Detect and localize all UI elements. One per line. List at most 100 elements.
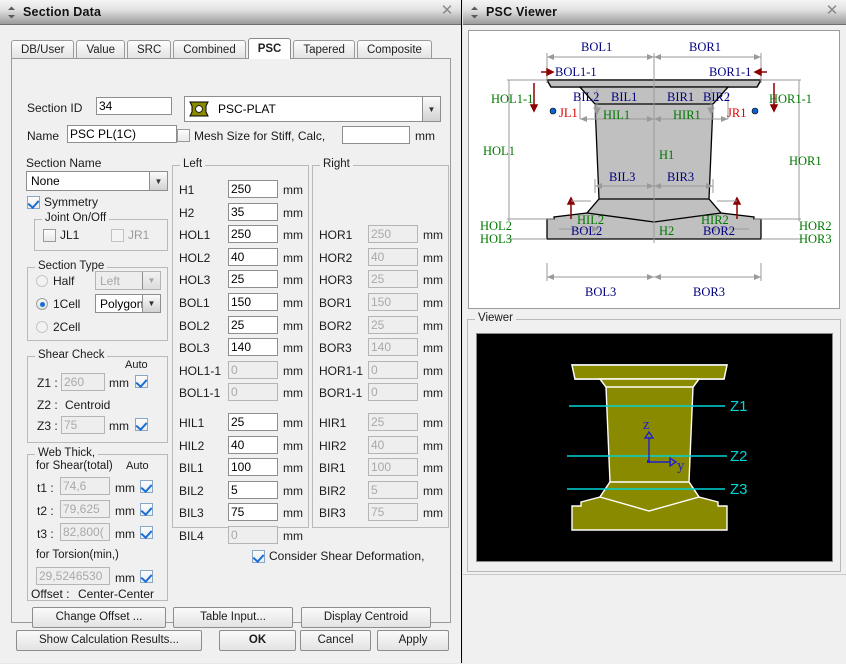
table-input-button[interactable]: Table Input... xyxy=(173,607,293,628)
mesh-size-input[interactable] xyxy=(342,126,410,144)
dim-unit-hir2: mm xyxy=(423,438,443,453)
right-dimensions-title: Right xyxy=(320,158,353,170)
tab-value[interactable]: Value xyxy=(76,40,126,59)
dim-label-h2: H2 xyxy=(179,205,195,220)
dim-label-hor2: HOR2 xyxy=(319,250,353,265)
shear-deformation-checkbox[interactable] xyxy=(252,550,265,563)
cell-shape-value: Polygon xyxy=(100,296,142,311)
dim-label-bol3: BOL3 xyxy=(585,285,616,299)
cancel-button[interactable]: Cancel xyxy=(300,630,371,651)
cell-shape-combo[interactable]: Polygon ▼ xyxy=(95,294,161,313)
section-id-input[interactable] xyxy=(96,97,172,115)
section-type-2cell-radio[interactable] xyxy=(36,321,48,333)
dim-input-bil3[interactable] xyxy=(228,503,278,522)
offset-label: Offset : xyxy=(31,587,70,601)
dim-input-hir1 xyxy=(368,413,418,431)
dim-input-hol3[interactable] xyxy=(228,270,278,289)
dim-label-hol3: HOL3 xyxy=(480,232,512,246)
dim-label-h1: H1 xyxy=(659,148,674,162)
half-side-combo: Left ▼ xyxy=(95,271,161,290)
dim-label-hor1: HOR1 xyxy=(789,154,822,168)
dim-input-bol1[interactable] xyxy=(228,293,278,311)
chevron-down-icon[interactable]: ▼ xyxy=(422,97,440,121)
move-grip-icon[interactable] xyxy=(6,6,17,19)
t1-auto-checkbox[interactable] xyxy=(140,480,153,493)
viewer-group: Viewer Z1 Z2 Z3 z y xyxy=(467,312,841,572)
dim-label-bil3: BIL3 xyxy=(179,506,204,521)
section-type-1cell-radio[interactable] xyxy=(36,298,48,310)
dim-label-bor1-1: BOR1-1 xyxy=(319,386,363,401)
change-offset-button[interactable]: Change Offset ... xyxy=(32,607,166,628)
t1-label: t1 : xyxy=(37,481,54,495)
section-name-label: Section Name xyxy=(26,156,102,170)
dim-input-hil1[interactable] xyxy=(228,413,278,431)
t2-auto-checkbox[interactable] xyxy=(140,503,153,516)
half-side-value: Left xyxy=(100,273,121,288)
dim-input-bil1[interactable] xyxy=(228,458,278,477)
dim-label-hil2: HIL2 xyxy=(577,213,604,227)
offset-value: Center-Center xyxy=(78,587,155,601)
close-icon[interactable]: ✕ xyxy=(824,3,840,20)
tab-combined[interactable]: Combined xyxy=(173,40,246,59)
z3-auto-checkbox[interactable] xyxy=(135,418,148,431)
chevron-down-icon[interactable]: ▼ xyxy=(142,295,160,312)
tab-composite[interactable]: Composite xyxy=(356,40,432,59)
z1-input xyxy=(61,373,105,391)
tabstrip: DB/User Value SRC Combined PSC Tapered C… xyxy=(11,38,451,59)
dim-label-bol1-1: BOL1-1 xyxy=(555,65,597,79)
dim-label-bol1: BOL1 xyxy=(581,40,612,54)
dim-label-bor1: BOR1 xyxy=(689,40,721,54)
close-icon[interactable]: ✕ xyxy=(439,3,455,20)
torsion-auto-checkbox[interactable] xyxy=(140,570,153,583)
name-label: Name xyxy=(27,129,60,143)
apply-button[interactable]: Apply xyxy=(377,630,449,651)
tab-db-user[interactable]: DB/User xyxy=(11,40,75,59)
chevron-down-icon[interactable]: ▼ xyxy=(149,172,167,190)
ok-button[interactable]: OK xyxy=(219,630,296,651)
dim-input-bol2[interactable] xyxy=(228,315,278,334)
symmetry-checkbox[interactable] xyxy=(27,196,40,209)
section-3d-viewer[interactable]: Z1 Z2 Z3 z y xyxy=(476,333,833,562)
tab-src[interactable]: SRC xyxy=(127,40,172,59)
display-centroid-button[interactable]: Display Centroid xyxy=(301,607,431,628)
joint-point-left[interactable] xyxy=(549,107,557,115)
dim-input-bol3[interactable] xyxy=(228,338,278,357)
dim-unit-hil2: mm xyxy=(283,438,303,453)
section-data-titlebar[interactable]: Section Data ✕ xyxy=(0,0,461,25)
dim-unit-bil4: mm xyxy=(283,529,303,543)
dim-input-h1[interactable] xyxy=(228,180,278,198)
mesh-size-checkbox[interactable] xyxy=(177,129,190,142)
t3-auto-checkbox[interactable] xyxy=(140,526,153,539)
dim-unit-hol2: mm xyxy=(283,250,303,265)
psc-dimension-diagram: BOL1 BOR1 BOL1-1 BOR1-1 BIL2 BIL1 BIR1 B… xyxy=(468,30,840,309)
show-calculation-results-button[interactable]: Show Calculation Results... xyxy=(16,630,202,651)
dim-input-h2[interactable] xyxy=(228,202,278,221)
move-grip-icon[interactable] xyxy=(469,6,480,19)
dim-input-bir1 xyxy=(368,458,418,477)
joint-on-off-title: Joint On/Off xyxy=(42,212,110,224)
dim-unit-bol2: mm xyxy=(283,318,303,333)
name-input[interactable] xyxy=(67,125,177,143)
dim-unit-bor1-1: mm xyxy=(423,386,443,401)
psc-viewer-titlebar[interactable]: PSC Viewer ✕ xyxy=(463,0,846,25)
psc-dimension-drawing: BOL1 BOR1 BOL1-1 BOR1-1 BIL2 BIL1 BIR1 B… xyxy=(480,40,832,299)
dim-label-hol1-1: HOL1-1 xyxy=(491,92,533,106)
dim-input-hor3 xyxy=(368,270,418,289)
dim-input-hol2[interactable] xyxy=(228,247,278,266)
dim-input-bor1-1 xyxy=(368,383,418,402)
joint-jr1-label: JR1 xyxy=(128,228,150,242)
dim-label-hol3: HOL3 xyxy=(179,273,211,288)
z1-auto-checkbox[interactable] xyxy=(135,375,148,388)
tab-tapered[interactable]: Tapered xyxy=(293,40,355,59)
joint-point-right[interactable] xyxy=(751,107,759,115)
dim-label-hol2: HOL2 xyxy=(480,219,512,233)
joint-jl1-checkbox[interactable] xyxy=(43,229,56,242)
section-name-combo[interactable]: None ▼ xyxy=(26,171,168,191)
tab-psc[interactable]: PSC xyxy=(247,38,292,59)
section-type-half-radio[interactable] xyxy=(36,275,48,287)
dim-input-bil2[interactable] xyxy=(228,480,278,499)
dim-input-hol1[interactable] xyxy=(228,225,278,244)
section-shape-combo[interactable]: PSC-PLAT ▼ xyxy=(184,96,441,122)
dim-label-hol1: HOL1 xyxy=(483,144,515,158)
dim-input-hil2[interactable] xyxy=(228,435,278,454)
